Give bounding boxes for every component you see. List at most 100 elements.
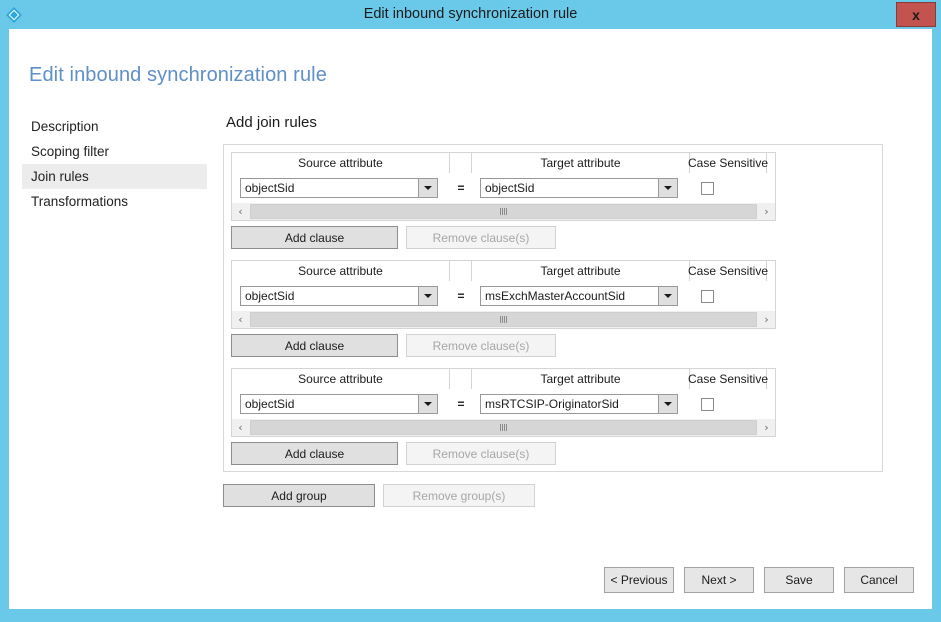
scroll-left-icon[interactable]: ‹: [232, 419, 249, 436]
column-header-target-attribute: Target attribute: [472, 369, 690, 389]
scrollbar-track[interactable]: [249, 419, 758, 436]
target-attribute-value: msExchMasterAccountSid: [481, 287, 658, 305]
scroll-right-icon[interactable]: ›: [758, 419, 775, 436]
horizontal-scrollbar[interactable]: ‹ ›: [231, 419, 776, 437]
case-sensitive-checkbox[interactable]: [701, 290, 714, 303]
title-bar: Edit inbound synchronization rule x: [0, 0, 941, 29]
next-button[interactable]: Next >: [684, 567, 754, 593]
chevron-down-icon[interactable]: [658, 179, 677, 197]
source-attribute-dropdown[interactable]: objectSid: [240, 178, 438, 198]
join-rules-panel: Add join rules Source attribute Target a…: [223, 114, 922, 507]
sidebar-item-scoping-filter[interactable]: Scoping filter: [22, 139, 207, 164]
column-header-source-attribute: Source attribute: [232, 153, 450, 173]
join-rule-groups-container: Source attribute Target attribute Case S…: [223, 144, 883, 472]
remove-clause-button[interactable]: Remove clause(s): [406, 442, 556, 465]
clause-actions: Add clause Remove clause(s): [231, 334, 776, 357]
cancel-button[interactable]: Cancel: [844, 567, 914, 593]
cell-source-attribute: objectSid: [232, 394, 450, 414]
clause-row: objectSid = objectSid: [231, 173, 776, 203]
clause-row: objectSid = msRTCSIP-OriginatorSid: [231, 389, 776, 419]
cell-target-attribute: msRTCSIP-OriginatorSid: [472, 394, 690, 414]
clause-grid-header: Source attribute Target attribute Case S…: [231, 260, 776, 281]
cell-case-sensitive: [690, 182, 767, 195]
column-header-spacer: [767, 369, 775, 389]
chevron-down-icon[interactable]: [658, 287, 677, 305]
remove-clause-button[interactable]: Remove clause(s): [406, 226, 556, 249]
chevron-down-icon[interactable]: [418, 179, 437, 197]
cell-source-attribute: objectSid: [232, 286, 450, 306]
source-attribute-dropdown[interactable]: objectSid: [240, 286, 438, 306]
sidebar-item-transformations[interactable]: Transformations: [22, 189, 207, 214]
window-title: Edit inbound synchronization rule: [0, 0, 941, 29]
column-header-operator: [450, 153, 472, 173]
cell-target-attribute: msExchMasterAccountSid: [472, 286, 690, 306]
close-button[interactable]: x: [896, 2, 936, 27]
column-header-source-attribute: Source attribute: [232, 261, 450, 281]
save-button[interactable]: Save: [764, 567, 834, 593]
scrollbar-thumb[interactable]: [250, 420, 757, 435]
column-header-operator: [450, 369, 472, 389]
add-clause-button[interactable]: Add clause: [231, 334, 398, 357]
case-sensitive-checkbox[interactable]: [701, 398, 714, 411]
scrollbar-track[interactable]: [249, 311, 758, 328]
wizard-footer: < Previous Next > Save Cancel: [604, 567, 914, 593]
scroll-left-icon[interactable]: ‹: [232, 311, 249, 328]
column-header-spacer: [767, 261, 775, 281]
scrollbar-track[interactable]: [249, 203, 758, 220]
case-sensitive-checkbox[interactable]: [701, 182, 714, 195]
clause-row: objectSid = msExchMasterAccountSid: [231, 281, 776, 311]
scrollbar-grip-icon: [500, 316, 507, 323]
cell-case-sensitive: [690, 398, 767, 411]
horizontal-scrollbar[interactable]: ‹ ›: [231, 203, 776, 221]
scroll-left-icon[interactable]: ‹: [232, 203, 249, 220]
join-rule-group: Source attribute Target attribute Case S…: [231, 368, 776, 465]
horizontal-scrollbar[interactable]: ‹ ›: [231, 311, 776, 329]
clause-actions: Add clause Remove clause(s): [231, 442, 776, 465]
cell-source-attribute: objectSid: [232, 178, 450, 198]
sidebar-item-join-rules[interactable]: Join rules: [22, 164, 207, 189]
sidebar-item-description[interactable]: Description: [22, 114, 207, 139]
column-header-target-attribute: Target attribute: [472, 261, 690, 281]
chevron-down-icon[interactable]: [658, 395, 677, 413]
remove-group-button[interactable]: Remove group(s): [383, 484, 535, 507]
operator-equals-label: =: [450, 181, 472, 195]
scrollbar-grip-icon: [500, 208, 507, 215]
add-clause-button[interactable]: Add clause: [231, 442, 398, 465]
column-header-source-attribute: Source attribute: [232, 369, 450, 389]
target-attribute-dropdown[interactable]: msExchMasterAccountSid: [480, 286, 678, 306]
column-header-case-sensitive: Case Sensitive: [690, 153, 767, 173]
column-header-spacer: [767, 153, 775, 173]
clause-grid-header: Source attribute Target attribute Case S…: [231, 152, 776, 173]
scrollbar-grip-icon: [500, 424, 507, 431]
target-attribute-value: objectSid: [481, 179, 658, 197]
add-clause-button[interactable]: Add clause: [231, 226, 398, 249]
wizard-nav-sidebar: Description Scoping filter Join rules Tr…: [22, 114, 207, 214]
group-actions: Add group Remove group(s): [223, 484, 922, 507]
column-header-operator: [450, 261, 472, 281]
cell-case-sensitive: [690, 290, 767, 303]
app-diamond-icon: [0, 0, 28, 29]
add-group-button[interactable]: Add group: [223, 484, 375, 507]
column-header-case-sensitive: Case Sensitive: [690, 261, 767, 281]
scroll-right-icon[interactable]: ›: [758, 311, 775, 328]
section-title: Add join rules: [223, 114, 922, 131]
edit-sync-rule-window: Edit inbound synchronization rule x Edit…: [0, 0, 941, 622]
source-attribute-value: objectSid: [241, 287, 418, 305]
source-attribute-dropdown[interactable]: objectSid: [240, 394, 438, 414]
client-area: Edit inbound synchronization rule Descri…: [9, 29, 932, 609]
target-attribute-dropdown[interactable]: msRTCSIP-OriginatorSid: [480, 394, 678, 414]
column-header-case-sensitive: Case Sensitive: [690, 369, 767, 389]
clause-grid-header: Source attribute Target attribute Case S…: [231, 368, 776, 389]
chevron-down-icon[interactable]: [418, 287, 437, 305]
cell-target-attribute: objectSid: [472, 178, 690, 198]
previous-button[interactable]: < Previous: [604, 567, 674, 593]
scroll-right-icon[interactable]: ›: [758, 203, 775, 220]
scrollbar-thumb[interactable]: [250, 312, 757, 327]
chevron-down-icon[interactable]: [418, 395, 437, 413]
page-title: Edit inbound synchronization rule: [29, 64, 327, 87]
target-attribute-value: msRTCSIP-OriginatorSid: [481, 395, 658, 413]
remove-clause-button[interactable]: Remove clause(s): [406, 334, 556, 357]
operator-equals-label: =: [450, 397, 472, 411]
target-attribute-dropdown[interactable]: objectSid: [480, 178, 678, 198]
scrollbar-thumb[interactable]: [250, 204, 757, 219]
